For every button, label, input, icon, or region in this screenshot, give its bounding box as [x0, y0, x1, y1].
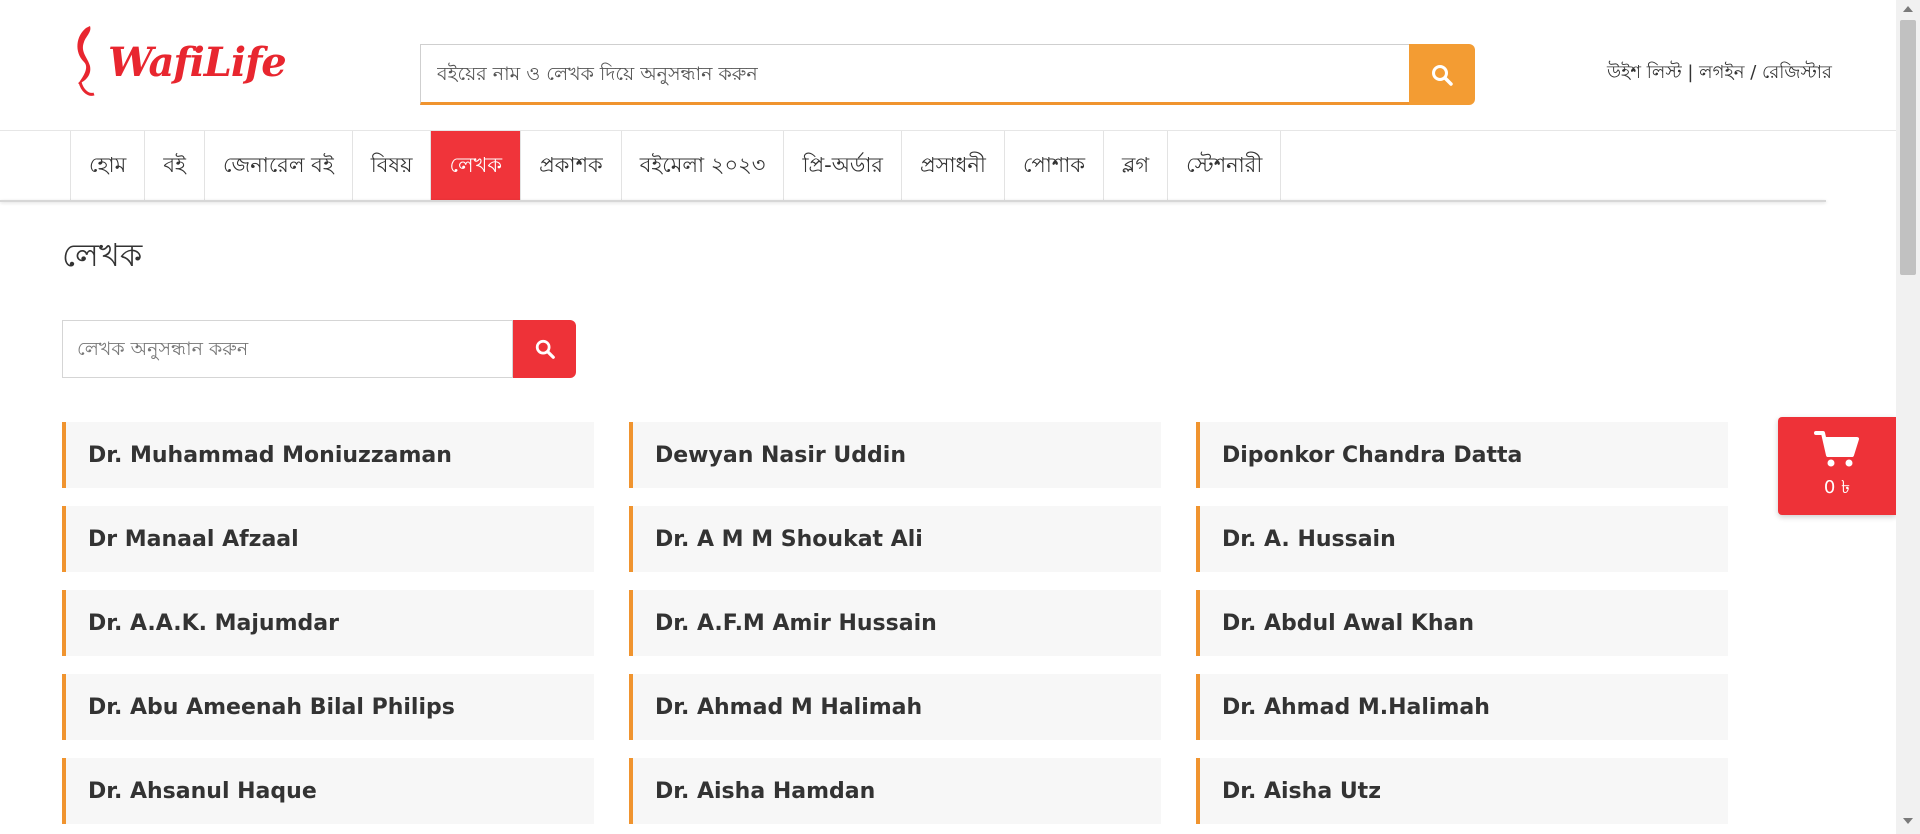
nav-item-blog[interactable]: ব্লগ — [1104, 131, 1169, 201]
account-links: উইশ লিস্ট | লগইন / রেজিস্টার — [1607, 58, 1832, 89]
search-icon — [535, 339, 555, 359]
main-search — [420, 44, 1475, 105]
separator: | — [1681, 62, 1700, 83]
nav-item-clothing[interactable]: পোশাক — [1005, 131, 1105, 201]
logo-text: WafiLife — [108, 38, 287, 86]
cart-icon — [1814, 430, 1859, 466]
author-search-button[interactable] — [513, 320, 576, 378]
main-search-input[interactable] — [420, 44, 1409, 105]
cart-button[interactable]: 0 ৳ — [1778, 417, 1896, 515]
main-nav: হোম বই জেনারেল বই বিষয় লেখক প্রকাশক বইম… — [70, 131, 1282, 201]
nav-item-publishers[interactable]: প্রকাশক — [521, 131, 622, 201]
author-item[interactable]: Dr Manaal Afzaal — [62, 506, 594, 572]
main-search-button[interactable] — [1409, 44, 1475, 105]
scroll-thumb[interactable] — [1900, 20, 1916, 275]
page-title: লেখক — [62, 236, 143, 274]
nav-item-authors[interactable]: লেখক — [431, 131, 522, 201]
author-item[interactable]: Dr. Abu Ameenah Bilal Philips — [62, 674, 594, 740]
nav-item-home[interactable]: হোম — [71, 131, 146, 201]
author-item[interactable]: Dr. A M M Shoukat Ali — [629, 506, 1161, 572]
nav-item-cosmetics[interactable]: প্রসাধনী — [902, 131, 1005, 201]
author-search — [62, 320, 576, 378]
page-scrollbar[interactable] — [1896, 0, 1920, 834]
author-item[interactable]: Dr. Muhammad Moniuzzaman — [62, 422, 594, 488]
nav-item-book-fair[interactable]: বইমেলা ২০২৩ — [622, 131, 785, 201]
search-icon — [1432, 64, 1453, 86]
wishlist-link[interactable]: উইশ লিস্ট — [1607, 62, 1682, 83]
logo-icon — [77, 26, 95, 96]
author-item[interactable]: Dr. A.A.K. Majumdar — [62, 590, 594, 656]
author-item[interactable]: Dr. A. Hussain — [1196, 506, 1728, 572]
register-link[interactable]: রেজিস্টার — [1762, 62, 1832, 83]
author-search-input[interactable] — [62, 320, 513, 378]
nav-item-general-books[interactable]: জেনারেল বই — [205, 131, 353, 201]
login-link[interactable]: লগইন — [1699, 62, 1744, 83]
cart-total: 0 ৳ — [1823, 476, 1851, 498]
author-list: Dr. Muhammad Moniuzzaman Dewyan Nasir Ud… — [62, 422, 1728, 824]
author-item[interactable]: Diponkor Chandra Datta — [1196, 422, 1728, 488]
slash-separator: / — [1744, 62, 1763, 83]
nav-item-books[interactable]: বই — [145, 131, 205, 201]
author-item[interactable]: Dr. Ahsanul Haque — [62, 758, 594, 824]
site-logo[interactable]: WafiLife — [70, 22, 287, 102]
author-item[interactable]: Dr. Ahmad M Halimah — [629, 674, 1161, 740]
site-header: WafiLife উইশ লিস্ট | লগইন / রেজিস্টার — [0, 0, 1896, 131]
author-item[interactable]: Dr. Aisha Utz — [1196, 758, 1728, 824]
nav-item-subjects[interactable]: বিষয় — [353, 131, 432, 201]
nav-item-stationery[interactable]: স্টেশনারী — [1168, 131, 1282, 201]
author-item[interactable]: Dr. Ahmad M.Halimah — [1196, 674, 1728, 740]
author-item[interactable]: Dr. Aisha Hamdan — [629, 758, 1161, 824]
author-item[interactable]: Dr. Abdul Awal Khan — [1196, 590, 1728, 656]
author-item[interactable]: Dewyan Nasir Uddin — [629, 422, 1161, 488]
nav-item-pre-order[interactable]: প্রি-অর্ডার — [784, 131, 902, 201]
scroll-up-icon[interactable] — [1903, 6, 1913, 12]
scroll-down-icon[interactable] — [1903, 818, 1913, 824]
author-item[interactable]: Dr. A.F.M Amir Hussain — [629, 590, 1161, 656]
nav-divider — [0, 200, 1826, 202]
